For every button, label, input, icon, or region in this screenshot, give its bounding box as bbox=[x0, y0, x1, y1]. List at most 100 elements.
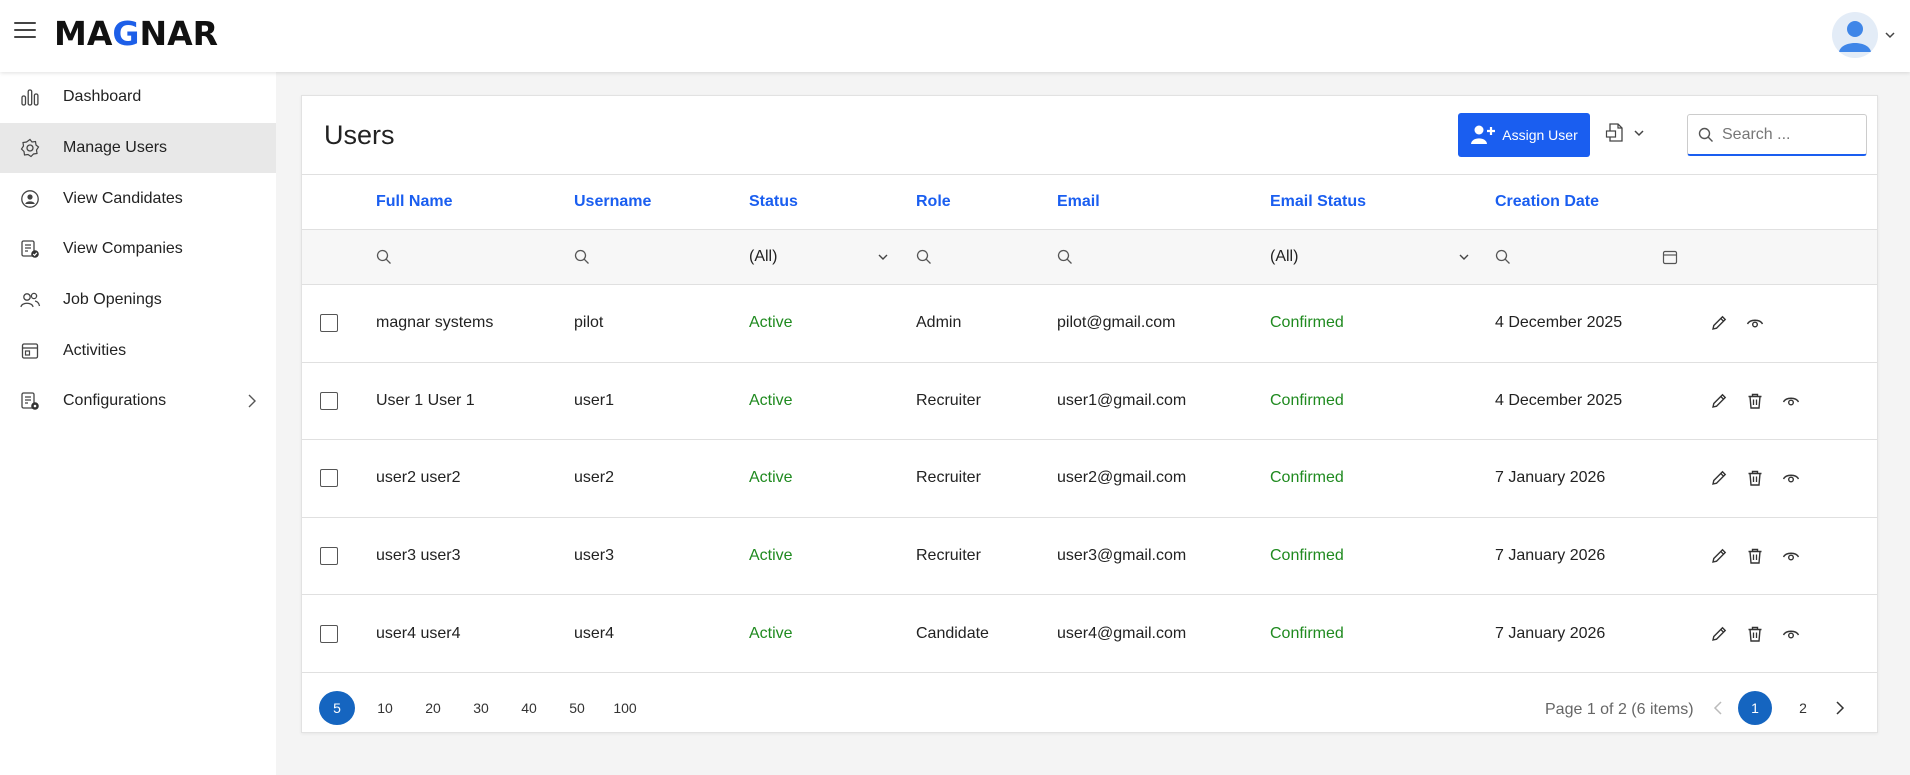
view-icon[interactable] bbox=[1782, 625, 1800, 643]
search-icon bbox=[916, 249, 931, 264]
row-checkbox[interactable] bbox=[320, 624, 338, 643]
column-header-creation-date[interactable]: Creation Date bbox=[1495, 175, 1599, 229]
cell-status: Active bbox=[749, 391, 793, 409]
filter-username[interactable] bbox=[574, 230, 590, 284]
page-size-option[interactable]: 100 bbox=[601, 691, 649, 725]
cell-full-name: User 1 User 1 bbox=[376, 391, 475, 409]
row-checkbox-cell bbox=[320, 363, 338, 440]
edit-icon[interactable] bbox=[1710, 625, 1728, 643]
sidebar-item-view-candidates[interactable]: View Candidates bbox=[0, 173, 276, 224]
cell-role: Recruiter bbox=[916, 391, 981, 409]
export-menu[interactable] bbox=[1605, 122, 1645, 144]
delete-icon[interactable] bbox=[1746, 392, 1764, 410]
assign-user-button[interactable]: Assign User bbox=[1458, 113, 1590, 157]
users-card: Users Assign User Full Name Username Sta… bbox=[301, 95, 1878, 733]
view-icon[interactable] bbox=[1782, 469, 1800, 487]
edit-icon[interactable] bbox=[1710, 314, 1728, 332]
sidebar-item-view-companies[interactable]: View Companies bbox=[0, 224, 276, 275]
sidebar-item-dashboard[interactable]: Dashboard bbox=[0, 72, 276, 123]
table-row: user2 user2 user2 Active Recruiter user2… bbox=[302, 439, 1877, 517]
pager: 1 2 bbox=[1712, 691, 1846, 725]
cell-username: pilot bbox=[574, 314, 604, 332]
cell-creation-date: 7 January 2026 bbox=[1495, 624, 1606, 642]
user-menu[interactable] bbox=[1832, 12, 1896, 58]
page-size-option[interactable]: 20 bbox=[409, 691, 457, 725]
cell-status: Active bbox=[749, 547, 793, 565]
cell-role: Recruiter bbox=[916, 469, 981, 487]
sidebar-item-manage-users[interactable]: Manage Users bbox=[0, 122, 276, 174]
column-header-email[interactable]: Email bbox=[1057, 175, 1100, 229]
page-button[interactable]: 2 bbox=[1786, 691, 1820, 725]
search-box bbox=[1687, 114, 1867, 156]
cell-email: user3@gmail.com bbox=[1057, 547, 1187, 565]
bar-chart-icon bbox=[19, 86, 41, 108]
row-checkbox[interactable] bbox=[320, 469, 338, 488]
page-size-option[interactable]: 50 bbox=[553, 691, 601, 725]
row-actions bbox=[1710, 285, 1764, 362]
page-size-option[interactable]: 40 bbox=[505, 691, 553, 725]
user-circle-icon bbox=[19, 188, 41, 210]
logo: MAGNAR bbox=[54, 14, 219, 53]
sidebar-item-label: Manage Users bbox=[63, 139, 168, 157]
filter-role[interactable] bbox=[916, 230, 932, 284]
date-picker-icon[interactable] bbox=[1662, 230, 1678, 284]
menu-toggle-icon[interactable] bbox=[14, 22, 36, 42]
search-icon bbox=[1698, 127, 1713, 142]
row-actions bbox=[1710, 518, 1800, 595]
edit-icon[interactable] bbox=[1710, 547, 1728, 565]
sidebar-item-configurations[interactable]: Configurations bbox=[0, 376, 276, 427]
filter-email[interactable] bbox=[1057, 230, 1073, 284]
cell-full-name: magnar systems bbox=[376, 314, 494, 332]
sidebar-item-activities[interactable]: Activities bbox=[0, 325, 276, 376]
filter-email-status-value: (All) bbox=[1270, 248, 1299, 265]
cell-status: Active bbox=[749, 469, 793, 487]
chevron-right-icon[interactable] bbox=[1834, 700, 1846, 716]
company-check-icon bbox=[19, 238, 41, 260]
table-row: user3 user3 user3 Active Recruiter user3… bbox=[302, 516, 1877, 595]
cell-creation-date: 7 January 2026 bbox=[1495, 547, 1606, 565]
view-icon[interactable] bbox=[1782, 392, 1800, 410]
filter-full-name[interactable] bbox=[376, 230, 392, 284]
filter-email-status-select[interactable]: (All) bbox=[1270, 230, 1470, 284]
cell-email: user4@gmail.com bbox=[1057, 624, 1187, 642]
sidebar-item-label: Configurations bbox=[63, 392, 167, 410]
cell-role: Admin bbox=[916, 314, 962, 332]
page-size-option[interactable]: 10 bbox=[361, 691, 409, 725]
filter-creation-date[interactable] bbox=[1495, 230, 1511, 284]
column-header-role[interactable]: Role bbox=[916, 175, 951, 229]
avatar bbox=[1832, 12, 1878, 58]
search-icon bbox=[1495, 249, 1510, 264]
column-header-status[interactable]: Status bbox=[749, 175, 798, 229]
view-icon[interactable] bbox=[1746, 314, 1764, 332]
sidebar-item-job-openings[interactable]: Job Openings bbox=[0, 275, 276, 326]
chevron-down-icon bbox=[1634, 130, 1644, 137]
edit-icon[interactable] bbox=[1710, 469, 1728, 487]
cell-creation-date: 4 December 2025 bbox=[1495, 391, 1623, 409]
view-icon[interactable] bbox=[1782, 547, 1800, 565]
row-checkbox[interactable] bbox=[320, 391, 338, 410]
page-button[interactable]: 1 bbox=[1738, 691, 1772, 725]
users-icon bbox=[19, 289, 41, 311]
top-bar: MAGNAR bbox=[0, 0, 1910, 72]
search-icon bbox=[376, 249, 391, 264]
row-checkbox[interactable] bbox=[320, 314, 338, 333]
row-checkbox-cell bbox=[320, 440, 338, 517]
page-size-option[interactable]: 30 bbox=[457, 691, 505, 725]
column-header-full-name[interactable]: Full Name bbox=[376, 175, 452, 229]
delete-icon[interactable] bbox=[1746, 625, 1764, 643]
page-size-option[interactable]: 5 bbox=[319, 691, 355, 725]
column-header-username[interactable]: Username bbox=[574, 175, 651, 229]
filter-status-value: (All) bbox=[749, 248, 778, 265]
edit-icon[interactable] bbox=[1710, 392, 1728, 410]
row-checkbox[interactable] bbox=[320, 547, 338, 566]
delete-icon[interactable] bbox=[1746, 547, 1764, 565]
cell-status: Active bbox=[749, 314, 793, 332]
search-input[interactable] bbox=[1722, 125, 1852, 144]
cell-email-status: Confirmed bbox=[1270, 469, 1344, 487]
page-size-selector: 5 10 20 30 40 50 100 bbox=[319, 691, 649, 725]
filter-status-select[interactable]: (All) bbox=[749, 230, 889, 284]
delete-icon[interactable] bbox=[1746, 469, 1764, 487]
chevron-left-icon[interactable] bbox=[1712, 700, 1724, 716]
column-header-email-status[interactable]: Email Status bbox=[1270, 175, 1366, 229]
table-row: magnar systems pilot Active Admin pilot@… bbox=[302, 284, 1877, 362]
